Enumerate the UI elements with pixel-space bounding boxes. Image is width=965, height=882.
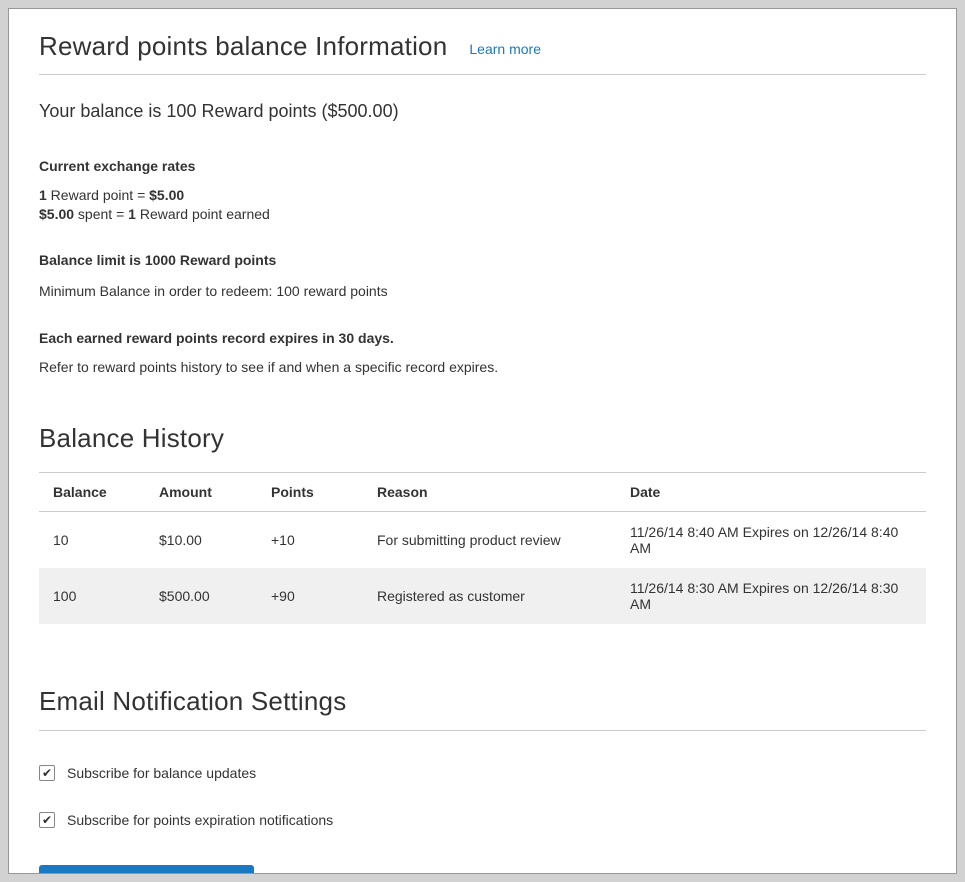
- cell-amount: $500.00: [145, 568, 257, 624]
- column-header-reason: Reason: [363, 473, 616, 512]
- column-header-balance: Balance: [39, 473, 145, 512]
- expiration-heading: Each earned reward points record expires…: [39, 330, 926, 346]
- cell-reason: For submitting product review: [363, 512, 616, 569]
- page-title: Reward points balance Information: [39, 31, 447, 62]
- check-icon: ✔: [42, 814, 52, 826]
- learn-more-link[interactable]: Learn more: [469, 41, 541, 57]
- balance-message: Your balance is 100 Reward points ($500.…: [39, 101, 926, 122]
- column-header-points: Points: [257, 473, 363, 512]
- minimum-balance-note: Minimum Balance in order to redeem: 100 …: [39, 283, 926, 299]
- email-settings-header: Email Notification Settings: [39, 686, 926, 731]
- cell-date: 11/26/14 8:30 AM Expires on 12/26/14 8:3…: [616, 568, 926, 624]
- column-header-amount: Amount: [145, 473, 257, 512]
- expiration-notifications-checkbox[interactable]: ✔: [39, 812, 55, 828]
- exchange-rate-2-text-end: Reward point earned: [136, 206, 270, 222]
- cell-balance: 10: [39, 512, 145, 569]
- table-row: 10 $10.00 +10 For submitting product rev…: [39, 512, 926, 569]
- exchange-rate-2-points: 1: [128, 206, 136, 222]
- cell-reason: Registered as customer: [363, 568, 616, 624]
- exchange-rate-line-2: $5.00 spent = 1 Reward point earned: [39, 205, 926, 224]
- exchange-rates-heading: Current exchange rates: [39, 158, 926, 174]
- balance-updates-option: ✔ Subscribe for balance updates: [39, 765, 926, 781]
- expiration-note: Refer to reward points history to see if…: [39, 359, 926, 375]
- cell-balance: 100: [39, 568, 145, 624]
- column-header-date: Date: [616, 473, 926, 512]
- balance-updates-checkbox[interactable]: ✔: [39, 765, 55, 781]
- exchange-rate-line-1: 1 Reward point = $5.00: [39, 186, 926, 205]
- table-header: Balance Amount Points Reason Date: [39, 473, 926, 512]
- balance-updates-label[interactable]: Subscribe for balance updates: [67, 765, 256, 781]
- exchange-rate-1-points: 1: [39, 187, 47, 203]
- expiration-notifications-option: ✔ Subscribe for points expiration notifi…: [39, 812, 926, 828]
- exchange-rate-1-text: Reward point =: [47, 187, 149, 203]
- cell-date: 11/26/14 8:40 AM Expires on 12/26/14 8:4…: [616, 512, 926, 569]
- exchange-rates-lines: 1 Reward point = $5.00 $5.00 spent = 1 R…: [39, 186, 926, 224]
- balance-history-table: Balance Amount Points Reason Date 10 $10…: [39, 472, 926, 624]
- expiration-notifications-label[interactable]: Subscribe for points expiration notifica…: [67, 812, 333, 828]
- cell-amount: $10.00: [145, 512, 257, 569]
- email-settings-heading: Email Notification Settings: [39, 686, 926, 717]
- reward-points-card: Reward points balance Information Learn …: [8, 8, 957, 874]
- balance-limit-heading: Balance limit is 1000 Reward points: [39, 252, 926, 268]
- balance-history-heading: Balance History: [39, 423, 926, 454]
- exchange-rate-1-value: $5.00: [149, 187, 184, 203]
- exchange-rate-2-value: $5.00: [39, 206, 74, 222]
- check-icon: ✔: [42, 767, 52, 779]
- exchange-rate-2-text: spent =: [74, 206, 128, 222]
- cell-points: +90: [257, 568, 363, 624]
- cell-points: +10: [257, 512, 363, 569]
- page-header: Reward points balance Information Learn …: [39, 31, 926, 75]
- table-row: 100 $500.00 +90 Registered as customer 1…: [39, 568, 926, 624]
- save-subscription-settings-button[interactable]: Save Subscription Settings: [39, 865, 254, 874]
